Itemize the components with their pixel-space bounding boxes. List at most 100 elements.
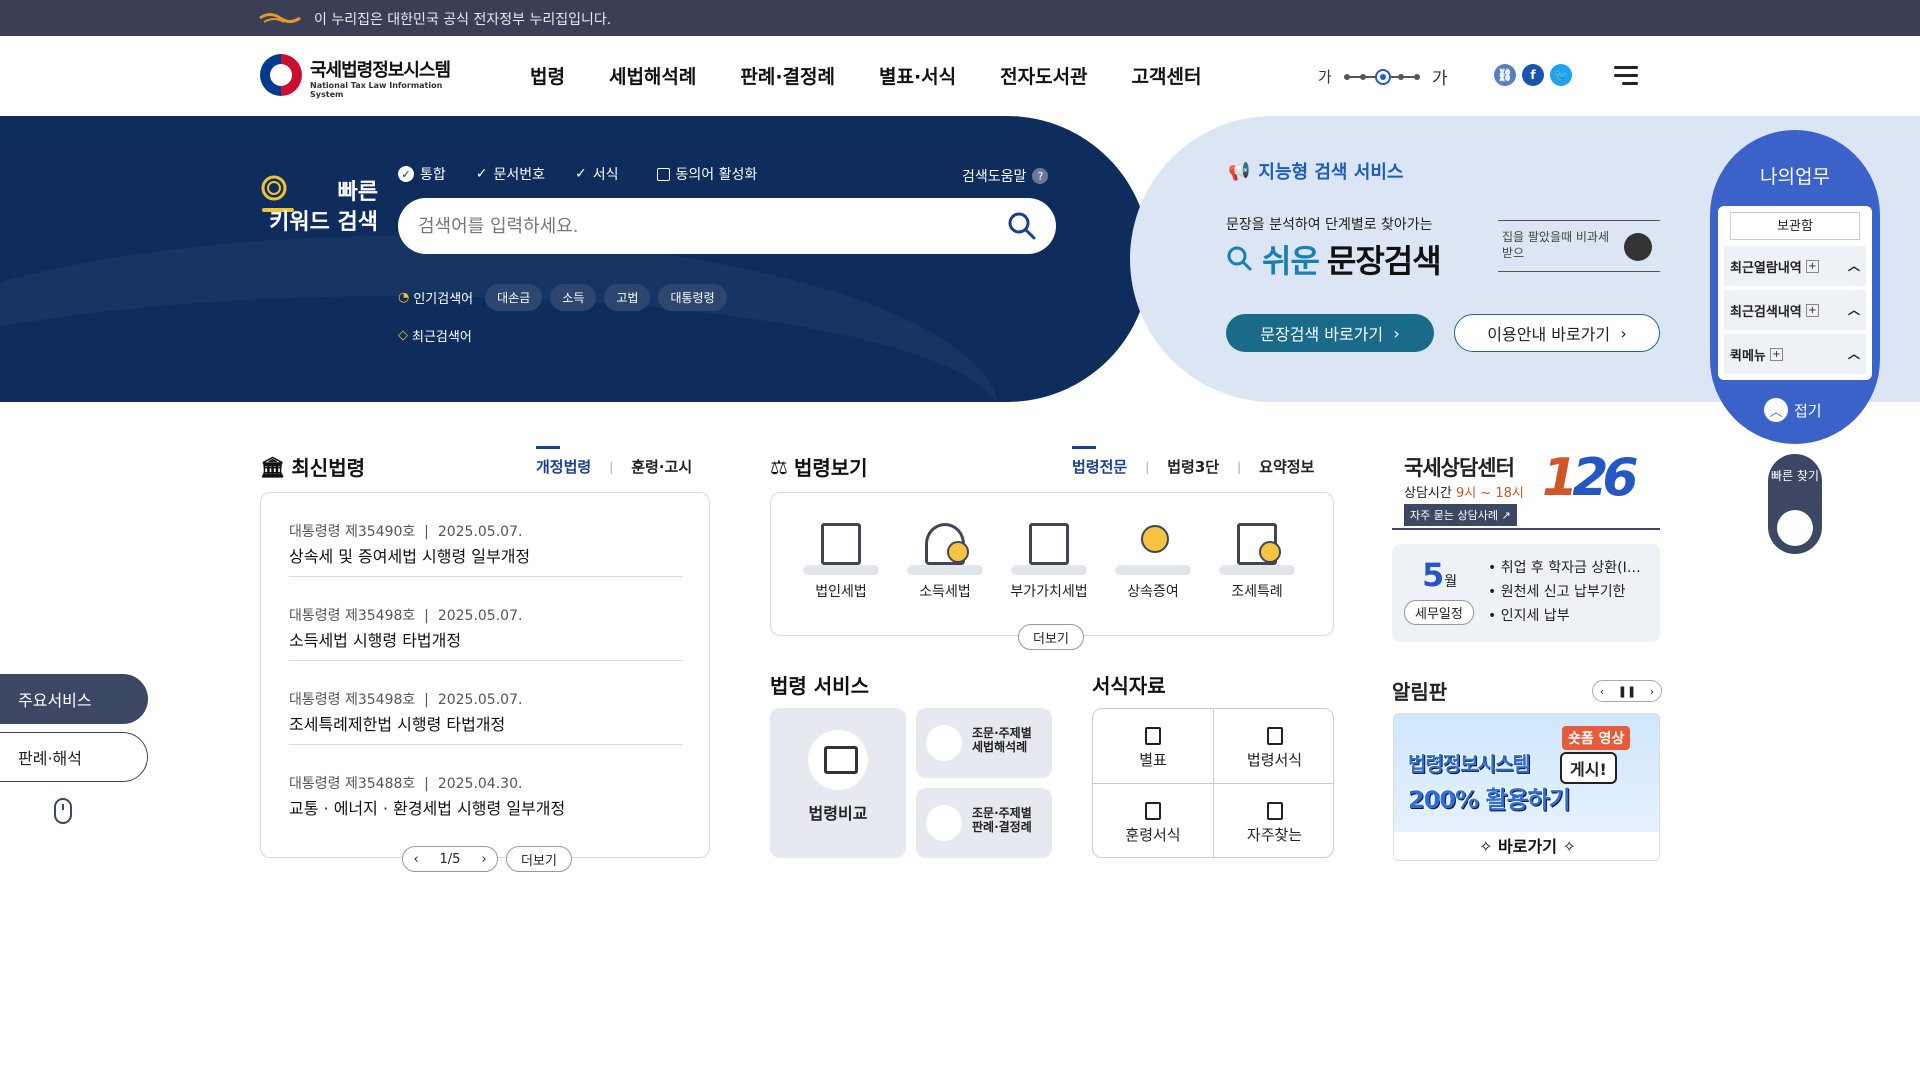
tax-schedule[interactable]: 5월 세무일정 • 취업 후 학자금 상환(I… • 원천세 신고 납부기한 •… — [1392, 544, 1660, 642]
tab-full-text[interactable]: 법령전문 — [1072, 446, 1127, 477]
tab-summary[interactable]: 요약정보 — [1259, 456, 1314, 477]
nav-forms[interactable]: 별표·서식 — [879, 62, 956, 89]
list-item[interactable]: • 인지세 납부 — [1488, 604, 1656, 628]
tax-consult-center: 국세상담센터 상담시간 9시 ~ 18시 자주 묻는 상담사례 ↗ 126 — [1392, 448, 1660, 530]
nav-customer-center[interactable]: 고객센터 — [1132, 62, 1202, 89]
quick-menu-row[interactable]: 퀵메뉴 + ︿ — [1724, 334, 1866, 374]
law-corporate-tax[interactable]: 법인세법 — [801, 517, 881, 601]
option-integrated[interactable]: ✓ 통합 — [398, 164, 446, 184]
interpretations-by-article-button[interactable]: 조문·주제별 세법해석례 — [916, 708, 1052, 778]
option-doc-number[interactable]: ✓ 문서번호 — [476, 164, 545, 184]
list-item[interactable]: 대통령령 제35488호 | 2025.04.30. 교통 · 에너지 · 환경… — [289, 745, 683, 829]
latest-laws-pager: ‹ 1/5 › 더보기 — [402, 846, 572, 872]
form-directive-forms[interactable]: 훈령서식 — [1093, 784, 1214, 857]
list-item[interactable]: 대통령령 제35498호 | 2025.05.07. 조세특례제한법 시행령 타… — [289, 661, 683, 745]
synonym-checkbox[interactable]: 동의어 활성화 — [656, 164, 757, 184]
notice-banner[interactable]: 숏폼 영상 게시! 법령정보시스템 200% 활용하기 ✧ 바로가기 ✧ — [1393, 713, 1660, 861]
precedents-by-article-button[interactable]: 조문·주제별 판례·결정례 — [916, 788, 1052, 858]
form-appendix[interactable]: 별표 — [1093, 709, 1214, 784]
fold-button[interactable]: ︿ 접기 — [1764, 398, 1822, 422]
search-icon[interactable] — [1624, 233, 1652, 261]
banner-tag: 숏폼 영상 — [1562, 726, 1631, 750]
faq-cases-link[interactable]: 자주 묻는 상담사례 ↗ — [1404, 504, 1517, 526]
list-item[interactable]: 대통령령 제35490호 | 2025.05.07. 상속세 및 증여세법 시행… — [289, 493, 683, 577]
chevron-right-icon[interactable]: › — [481, 852, 486, 867]
sentence-search-button[interactable]: 문장검색 바로가기 › — [1226, 314, 1434, 352]
social-links: ⛓ f 🐦 — [1494, 64, 1572, 86]
building-icon — [821, 523, 861, 565]
side-tab-precedents[interactable]: 판례·해석 — [0, 732, 148, 782]
recent-keywords: ◇ 최근검색어 — [398, 326, 472, 345]
chevron-left-icon[interactable]: ‹ — [1600, 685, 1604, 698]
law-view-tabs: 법령전문 | 법령3단 | 요약정보 — [1072, 446, 1315, 477]
option-forms[interactable]: ✓ 서식 — [575, 164, 619, 184]
font-large-label[interactable]: 가 — [1432, 64, 1448, 89]
search-icon[interactable] — [1006, 210, 1038, 242]
search-input[interactable] — [418, 212, 978, 240]
font-slider-knob[interactable] — [1374, 68, 1391, 85]
keyword-chip[interactable]: 대통령령 — [658, 284, 727, 311]
recent-search-row[interactable]: 최근검색내역 + ︿ — [1724, 290, 1866, 330]
nav-interpretations[interactable]: 세법해석례 — [609, 62, 696, 89]
law-view-title: ⚖ 법령보기 — [770, 454, 868, 481]
law-inheritance-gift[interactable]: 상속증여 — [1113, 517, 1193, 601]
more-button[interactable]: 더보기 — [506, 846, 572, 872]
chevron-left-icon[interactable]: ‹ — [413, 852, 418, 867]
chevron-right-icon[interactable]: › — [1650, 685, 1654, 698]
hamburger-menu-icon[interactable] — [1614, 66, 1638, 86]
nav-precedents[interactable]: 판례·결정례 — [740, 62, 835, 89]
tab-directives[interactable]: 훈령·고시 — [631, 456, 692, 477]
quick-search-title: 빠른 키워드 검색 — [258, 178, 378, 238]
law-compare-button[interactable]: 법령비교 — [770, 708, 906, 858]
quick-find-button[interactable]: 빠른 찾기 — [1768, 454, 1822, 554]
latest-laws-title: 🏛 최신법령 — [260, 454, 365, 481]
courthouse-icon — [926, 805, 962, 841]
facebook-icon[interactable]: f — [1522, 64, 1544, 86]
law-income-tax[interactable]: 소득세법 — [905, 517, 985, 601]
list-item[interactable]: 대통령령 제35498호 | 2025.05.07. 소득세법 시행령 타법개정 — [289, 577, 683, 661]
site-logo[interactable]: 국세법령정보시스템 National Tax Law Information S… — [260, 54, 470, 100]
twitter-icon[interactable]: 🐦 — [1550, 64, 1572, 86]
search-box — [398, 198, 1056, 254]
plus-icon: + — [1769, 347, 1783, 361]
my-work-menu: 보관함 최근열람내역 + ︿ 최근검색내역 + ︿ 퀵메뉴 + ︿ — [1718, 206, 1872, 380]
nav-laws[interactable]: 법령 — [530, 62, 565, 89]
tab-three-level[interactable]: 법령3단 — [1167, 456, 1219, 477]
check-icon: ✓ — [475, 166, 488, 182]
latest-laws-list: 대통령령 제35490호 | 2025.05.07. 상속세 및 증여세법 시행… — [260, 492, 710, 858]
popular-label: ◔ 인기검색어 — [398, 290, 474, 307]
monitor-icon — [808, 730, 868, 790]
form-law-forms[interactable]: 법령서식 — [1214, 709, 1333, 784]
storage-button[interactable]: 보관함 — [1730, 212, 1860, 240]
quick-search-panel: 빠른 키워드 검색 ✓통합 ✓문서번호 ✓서식 동의어 활성화 검색도움말? ◔… — [0, 116, 1150, 402]
tab-amended-laws[interactable]: 개정법령 — [536, 446, 591, 477]
chevron-up-icon: ︿ — [1847, 303, 1860, 317]
list-item[interactable]: • 취업 후 학자금 상환(I… — [1488, 556, 1656, 580]
chevron-up-icon: ︿ — [1764, 398, 1788, 422]
law-vat[interactable]: 부가가치세법 — [1009, 517, 1089, 601]
pause-icon[interactable]: ❚❚ — [1618, 685, 1636, 698]
list-item[interactable]: • 원천세 신고 납부기한 — [1488, 580, 1656, 604]
ai-sample-query[interactable]: 집을 팔았을때 비과세 받으 — [1498, 220, 1660, 272]
latest-laws-tabs: 개정법령 | 훈령·고시 — [536, 446, 693, 477]
keyword-chip[interactable]: 소득 — [550, 284, 597, 311]
keyword-chip[interactable]: 고법 — [604, 284, 651, 311]
more-button[interactable]: 더보기 — [1018, 624, 1084, 650]
law-view-card: 법인세법 소득세법 부가가치세법 상속증여 조세특례 — [770, 492, 1334, 636]
side-tab-main-services[interactable]: 주요서비스 — [0, 674, 148, 724]
building-icon: 🏛 — [260, 454, 286, 479]
link-icon[interactable]: ⛓ — [1494, 64, 1516, 86]
schedule-list: • 취업 후 학자금 상환(I… • 원천세 신고 납부기한 • 인지세 납부 — [1488, 556, 1656, 628]
nav-library[interactable]: 전자도서관 — [1000, 62, 1087, 89]
form-frequent[interactable]: 자주찾는 — [1214, 784, 1333, 857]
chevron-up-icon: ︿ — [1847, 347, 1860, 361]
font-size-slider[interactable] — [1342, 68, 1422, 85]
law-tax-incentives[interactable]: 조세특례 — [1217, 517, 1297, 601]
keyword-chip[interactable]: 대손금 — [485, 284, 543, 311]
usage-guide-button[interactable]: 이용안내 바로가기 › — [1454, 314, 1660, 352]
recent-view-row[interactable]: 최근열람내역 + ︿ — [1724, 246, 1866, 286]
question-icon: ? — [1032, 168, 1049, 184]
font-small-label[interactable]: 가 — [1318, 66, 1332, 87]
search-help-link[interactable]: 검색도움말? — [962, 166, 1049, 186]
search-help-label: 검색도움말 — [962, 169, 1027, 185]
